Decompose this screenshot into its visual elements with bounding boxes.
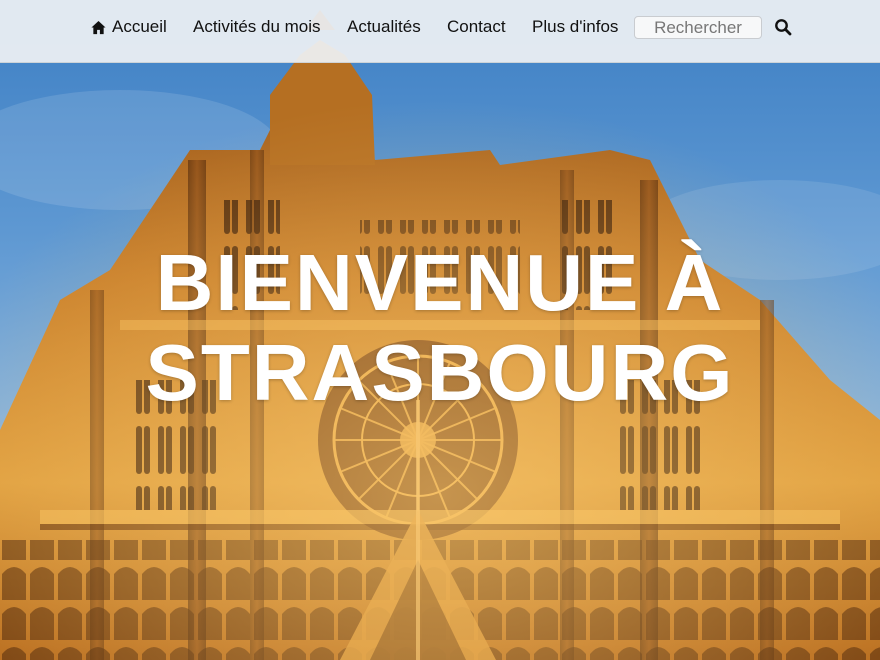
- search-button[interactable]: [773, 18, 793, 38]
- home-icon: [91, 20, 106, 34]
- nav-item-label: Activités du mois: [193, 17, 321, 36]
- hero-title-line2: STRASBOURG: [145, 328, 735, 417]
- nav-item-label: Actualités: [347, 17, 421, 36]
- search-input[interactable]: [634, 16, 762, 39]
- search-icon: [775, 19, 792, 36]
- hero-banner: BIENVENUE À STRASBOURG: [0, 0, 880, 660]
- nav-item-accueil[interactable]: Accueil: [91, 17, 167, 37]
- nav-item-label: Contact: [447, 17, 506, 36]
- nav-item-label: Accueil: [112, 17, 167, 36]
- nav-item-label: Plus d'infos: [532, 17, 619, 36]
- hero-title: BIENVENUE À STRASBOURG: [0, 238, 880, 418]
- nav-item-plus-infos[interactable]: Plus d'infos: [532, 17, 618, 37]
- nav-item-activites[interactable]: Activités du mois: [193, 17, 321, 37]
- nav-item-contact[interactable]: Contact: [447, 17, 506, 37]
- page: BIENVENUE À STRASBOURG Accueil Activités…: [0, 0, 880, 660]
- hero-title-line1: BIENVENUE À: [155, 238, 725, 327]
- nav-item-actualites[interactable]: Actualités: [347, 17, 421, 37]
- top-navbar: Accueil Activités du mois Actualités Con…: [0, 0, 880, 63]
